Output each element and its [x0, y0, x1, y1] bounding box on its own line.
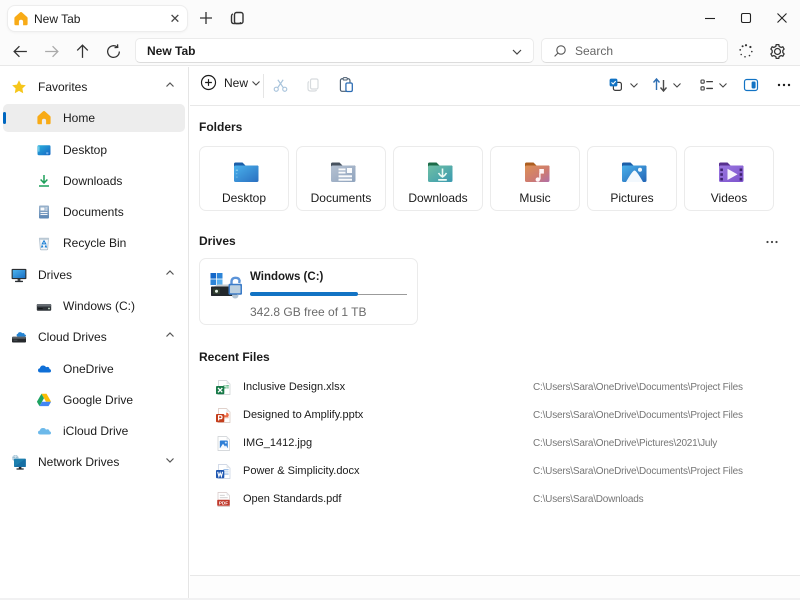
svg-text:PDF: PDF: [219, 500, 228, 505]
